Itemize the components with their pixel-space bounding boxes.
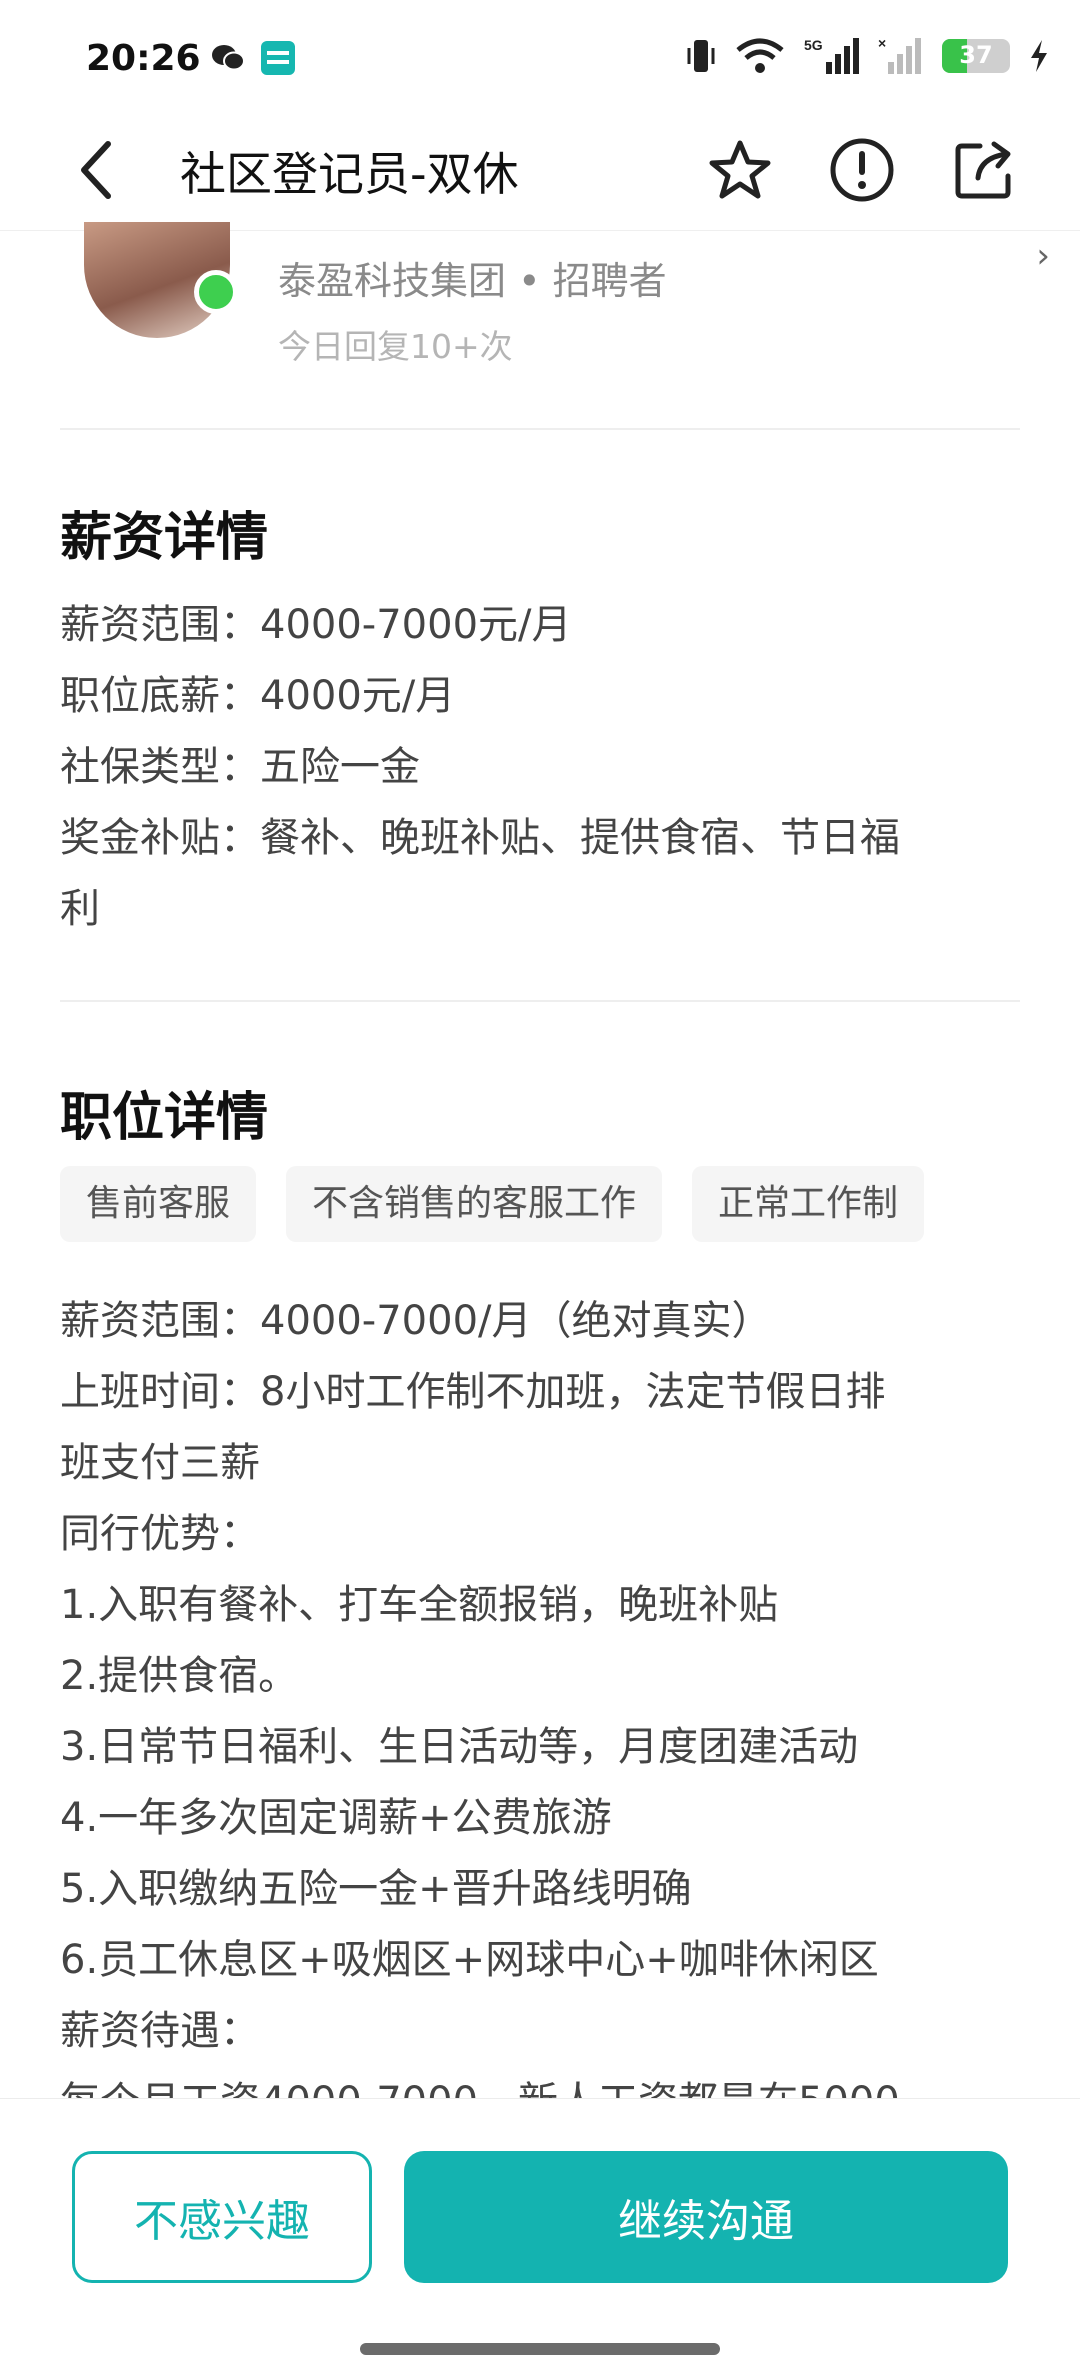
job-desc-line: 1.入职有餐补、打车全额报销，晚班补贴 [60, 1582, 779, 1628]
nav-bar: 社区登记员-双休 [0, 110, 1080, 231]
job-tag: 售前客服 [60, 1166, 257, 1242]
favorite-button[interactable] [700, 130, 780, 210]
signal-5g-icon: 5G [804, 37, 859, 74]
wifi-icon [736, 38, 784, 73]
back-button[interactable] [56, 130, 136, 210]
boss-app-icon [261, 41, 295, 75]
job-desc-line: 4.一年多次固定调薪+公费旅游 [60, 1795, 612, 1841]
job-desc-line: 班支付三薪 [60, 1440, 260, 1486]
vibrate-icon [687, 40, 715, 72]
home-indicator[interactable] [360, 2343, 720, 2355]
bottom-action-bar: 不感兴趣 继续沟通 [0, 2098, 1080, 2374]
job-tag: 正常工作制 [692, 1166, 925, 1242]
share-button[interactable] [944, 130, 1024, 210]
wechat-icon [212, 45, 245, 71]
battery-icon: 37 [942, 39, 1010, 73]
continue-chat-button[interactable]: 继续沟通 [404, 2151, 1008, 2283]
back-arrow-icon [81, 141, 111, 199]
salary-line: 社保类型：五险一金 [60, 744, 420, 790]
job-tag: 不含销售的客服工作 [286, 1166, 663, 1242]
salary-line: 奖金补贴：餐补、晚班补贴、提供食宿、节日福 [60, 815, 900, 861]
status-time: 20:26 [86, 38, 201, 79]
svg-text:×: × [878, 36, 886, 51]
svg-text:5G: 5G [804, 37, 823, 53]
warning-icon [830, 138, 894, 202]
recruiter-company: 泰盈科技集团 • 招聘者 [278, 259, 667, 303]
reply-stats: 今日回复10+次 [278, 327, 513, 366]
salary-section-title: 薪资详情 [60, 508, 269, 568]
job-desc-line: 薪资待遇： [60, 2008, 260, 2054]
charging-icon [1031, 40, 1047, 72]
divider [60, 428, 1020, 430]
online-status-icon [194, 270, 238, 314]
chevron-right-icon: › [1036, 236, 1050, 276]
job-desc-line: 薪资范围：4000-7000/月（绝对真实） [60, 1298, 772, 1344]
report-button[interactable] [822, 130, 902, 210]
job-desc-line: 5.入职缴纳五险一金+晋升路线明确 [60, 1866, 692, 1912]
job-section-title: 职位详情 [60, 1088, 269, 1148]
share-icon [955, 141, 1011, 199]
job-desc-line: 6.员工休息区+吸烟区+网球中心+咖啡休闲区 [60, 1937, 879, 1983]
job-desc-line: 上班时间：8小时工作制不加班，法定节假日排 [60, 1369, 886, 1415]
status-bar: 20:26 5G × 37 [0, 0, 1080, 120]
page-title: 社区登记员-双休 [180, 147, 519, 201]
job-desc-line: 同行优势： [60, 1511, 260, 1557]
star-icon [709, 140, 771, 199]
job-desc-line: 3.日常节日福利、生日活动等，月度团建活动 [60, 1724, 859, 1770]
not-interested-button[interactable]: 不感兴趣 [72, 2151, 372, 2283]
job-desc-line: 2.提供食宿。 [60, 1653, 299, 1699]
job-tags: 售前客服 不含销售的客服工作 正常工作制 [60, 1166, 925, 1242]
salary-line: 职位底薪：4000元/月 [60, 673, 456, 719]
salary-line: 薪资范围：4000-7000元/月 [60, 602, 572, 648]
recruiter-card[interactable]: 泰盈科技集团 • 招聘者 今日回复10+次 › [0, 222, 1080, 428]
salary-line: 利 [60, 886, 100, 932]
signal-weak-icon: × [878, 36, 921, 74]
divider [60, 1000, 1020, 1002]
